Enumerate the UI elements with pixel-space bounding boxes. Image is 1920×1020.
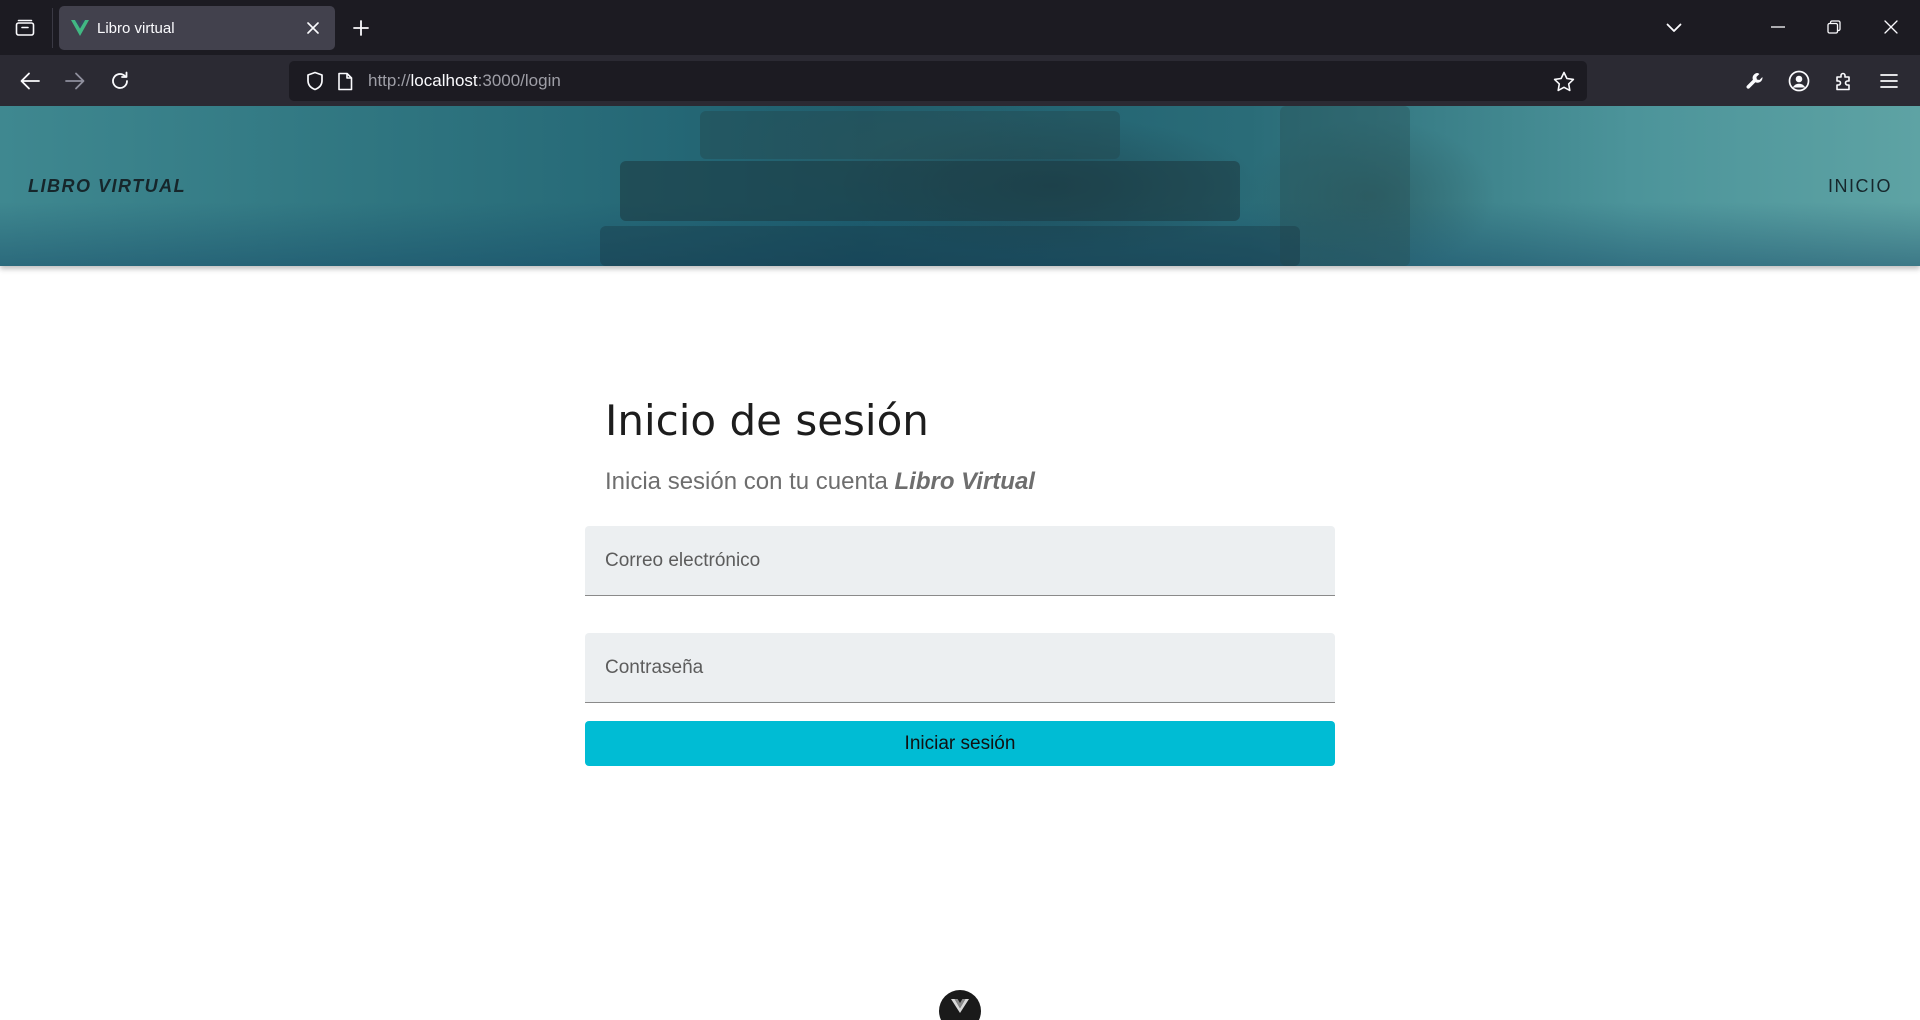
wrench-icon[interactable] — [1737, 63, 1773, 99]
star-icon[interactable] — [1547, 66, 1581, 96]
vue-favicon-icon — [71, 19, 89, 37]
url-text[interactable]: http://localhost:3000/login — [368, 71, 1547, 91]
active-tab[interactable]: Libro virtual — [59, 6, 335, 50]
forward-arrow-icon[interactable] — [57, 63, 93, 99]
menu-icon[interactable] — [1871, 63, 1907, 99]
minimize-icon[interactable] — [1758, 10, 1798, 44]
reload-icon[interactable] — [102, 63, 138, 99]
browser-tab-bar: Libro virtual — [0, 0, 1920, 55]
email-label: Correo electrónico — [605, 549, 761, 571]
close-icon[interactable] — [299, 14, 327, 42]
banner-book-shape — [700, 111, 1120, 159]
nav-link-inicio[interactable]: INICIO — [1828, 176, 1892, 197]
page-icon[interactable] — [330, 66, 360, 96]
url-host: localhost — [410, 71, 478, 90]
chevron-down-icon[interactable] — [1658, 13, 1690, 43]
browser-nav-bar: http://localhost:3000/login — [0, 55, 1920, 106]
banner-book-shape — [600, 226, 1300, 266]
url-scheme: http:// — [368, 71, 411, 90]
site-brand[interactable]: LIBRO VIRTUAL — [28, 176, 186, 197]
banner-book-shape — [620, 161, 1240, 221]
extensions-icon[interactable] — [1826, 63, 1862, 99]
window-close-icon[interactable] — [1871, 10, 1911, 44]
back-arrow-icon[interactable] — [12, 63, 48, 99]
account-icon[interactable] — [1781, 63, 1817, 99]
subtitle-brand: Libro Virtual — [894, 468, 1035, 495]
tab-separator — [52, 8, 53, 48]
plus-icon[interactable] — [346, 14, 376, 42]
page-content: LIBRO VIRTUAL INICIO Inicio de sesión In… — [0, 106, 1920, 1020]
page-title: Inicio de sesión — [605, 396, 929, 445]
email-field[interactable]: Correo electrónico — [585, 526, 1335, 596]
password-field[interactable]: Contraseña — [585, 633, 1335, 703]
tab-title: Libro virtual — [97, 19, 175, 37]
header-banner: LIBRO VIRTUAL INICIO — [0, 106, 1920, 266]
login-subtitle: Inicia sesión con tu cuenta Libro Virtua… — [605, 468, 1035, 496]
url-path: :3000/login — [477, 71, 561, 90]
vue-devtools-icon[interactable] — [939, 990, 981, 1020]
password-label: Contraseña — [605, 656, 704, 678]
url-bar[interactable]: http://localhost:3000/login — [289, 61, 1587, 101]
tab-overview-icon[interactable] — [10, 14, 40, 42]
shield-icon[interactable] — [300, 66, 330, 96]
login-button[interactable]: Iniciar sesión — [585, 721, 1335, 766]
subtitle-text: Inicia sesión con tu cuenta — [605, 468, 895, 495]
restore-icon[interactable] — [1814, 10, 1854, 44]
